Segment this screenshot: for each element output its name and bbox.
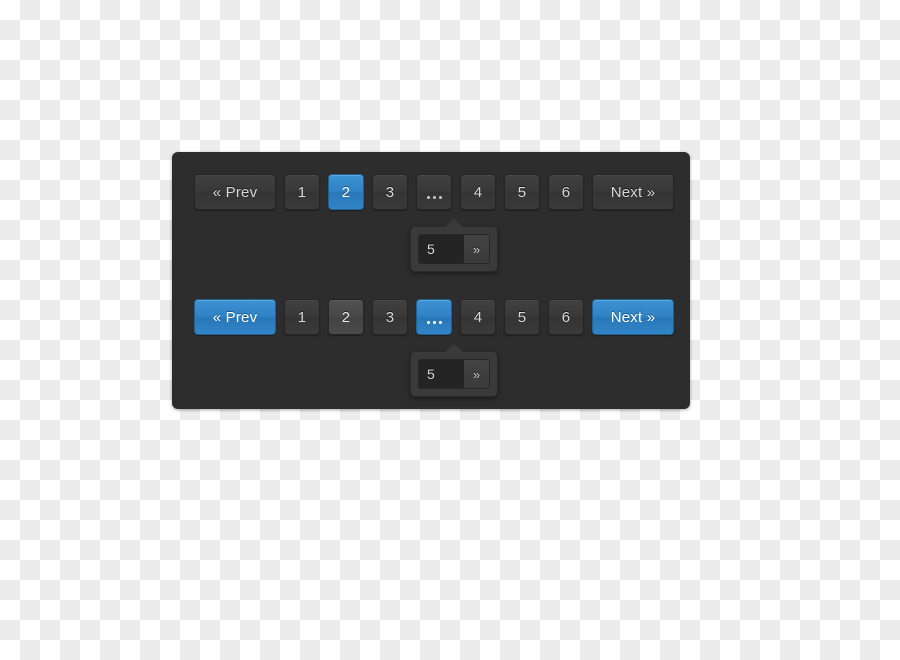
pagination-page-3-button[interactable]: 3 (372, 299, 408, 335)
pagination-page-6-button[interactable]: 6 (548, 174, 584, 210)
pagination-page-6-label: 6 (561, 183, 571, 201)
pagination-page-2-button[interactable]: 2 (328, 299, 364, 335)
page-jump-popover-default: » (410, 219, 498, 272)
pagination-page-1-button[interactable]: 1 (284, 174, 320, 210)
pagination-page-2-label: 2 (341, 183, 351, 201)
pagination-row-default: « Prev 1 2 3... 4 5 6 Next » » (172, 174, 690, 272)
pagination-next-label: Next » (610, 308, 656, 326)
pagination-row-states: « Prev 1 2 3... 4 5 6 Next » » (172, 299, 690, 397)
page-jump-group: » (418, 359, 490, 389)
screenshot-stage: « Prev 1 2 3... 4 5 6 Next » » « Prev 1 2 3... 4 5 6 N… (0, 0, 900, 660)
pagination-page-5-button[interactable]: 5 (504, 174, 540, 210)
pagination-page-4-button[interactable]: 4 (460, 299, 496, 335)
pagination-prev-label: « Prev (212, 183, 258, 201)
pagination-page-3-label: 3 (385, 183, 395, 201)
pagination-prev-label: « Prev (212, 308, 258, 326)
pagination-page-4-label: 4 (473, 183, 483, 201)
page-jump-popover-states: » (410, 344, 498, 397)
popover-arrow-icon (445, 344, 463, 353)
pagination-next-label: Next » (610, 183, 656, 201)
pagination-page-5-label: 5 (517, 183, 527, 201)
pagination-ellipsis-button[interactable]: ... (416, 174, 452, 210)
pagination-page-4-label: 4 (473, 308, 483, 326)
pagination-default: « Prev 1 2 3... 4 5 6 Next » (172, 174, 690, 210)
pagination-next-button[interactable]: Next » (592, 174, 674, 210)
pagination-page-6-button[interactable]: 6 (548, 299, 584, 335)
page-jump-input[interactable] (419, 235, 463, 263)
pagination-page-1-label: 1 (297, 308, 307, 326)
pagination-page-4-button[interactable]: 4 (460, 174, 496, 210)
pagination-states: « Prev 1 2 3... 4 5 6 Next » (172, 299, 690, 335)
ellipsis-icon (426, 310, 442, 324)
pagination-page-2-button[interactable]: 2 (328, 174, 364, 210)
pagination-page-1-button[interactable]: 1 (284, 299, 320, 335)
pagination-ellipsis-button[interactable]: ... (416, 299, 452, 335)
page-jump-go-button[interactable]: » (463, 360, 489, 388)
pagination-page-1-label: 1 (297, 183, 307, 201)
pagination-page-5-label: 5 (517, 308, 527, 326)
pagination-next-button[interactable]: Next » (592, 299, 674, 335)
pagination-page-6-label: 6 (561, 308, 571, 326)
pagination-prev-button[interactable]: « Prev (194, 174, 276, 210)
pagination-page-3-label: 3 (385, 308, 395, 326)
page-jump-input[interactable] (419, 360, 463, 388)
pagination-page-2-label: 2 (341, 308, 351, 326)
page-jump-go-button[interactable]: » (463, 235, 489, 263)
ellipsis-icon (426, 185, 442, 199)
popover-arrow-icon (445, 219, 463, 228)
pagination-page-5-button[interactable]: 5 (504, 299, 540, 335)
pagination-demo-panel: « Prev 1 2 3... 4 5 6 Next » » « Prev 1 2 3... 4 5 6 N… (172, 152, 690, 409)
pagination-prev-button[interactable]: « Prev (194, 299, 276, 335)
page-jump-group: » (418, 234, 490, 264)
pagination-page-3-button[interactable]: 3 (372, 174, 408, 210)
